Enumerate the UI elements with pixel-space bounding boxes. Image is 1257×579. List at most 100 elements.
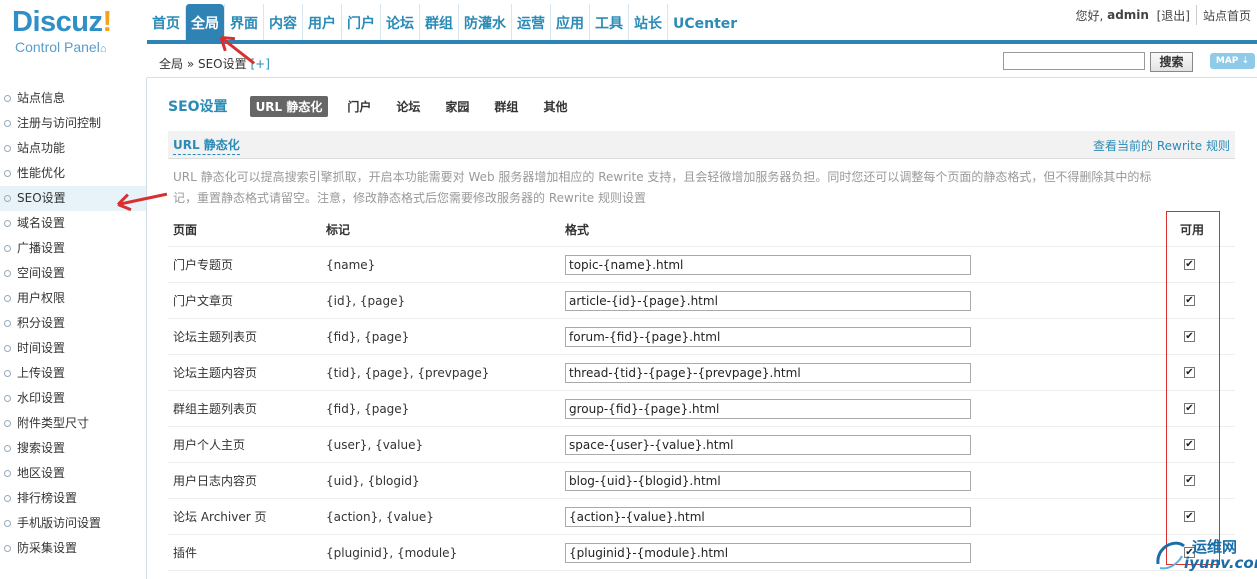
username: admin (1107, 8, 1149, 22)
format-input[interactable]: group-{fid}-{page}.html (565, 399, 971, 419)
home-icon: ⌂ (99, 43, 107, 55)
sidebar-item-label: 附件类型尺寸 (17, 416, 90, 430)
nav-item-5[interactable]: 门户 (341, 4, 380, 40)
sidebar-item-16[interactable]: 排行榜设置 (0, 486, 146, 511)
bullet-icon (4, 470, 11, 477)
sidebar-item-7[interactable]: 空间设置 (0, 261, 146, 286)
nav-item-0[interactable]: 首页 (147, 4, 185, 40)
enabled-checkbox[interactable]: ✔ (1184, 511, 1195, 522)
nav-item-11[interactable]: 工具 (589, 4, 628, 40)
sidebar-item-12[interactable]: 水印设置 (0, 386, 146, 411)
sidebar-item-14[interactable]: 搜索设置 (0, 436, 146, 461)
sidebar-item-label: 时间设置 (17, 341, 66, 355)
sidebar-item-label: 性能优化 (17, 166, 66, 180)
sidebar-item-9[interactable]: 积分设置 (0, 311, 146, 336)
tab-4[interactable]: 群组 (488, 96, 524, 117)
sidebar-item-label: 站点功能 (17, 141, 66, 155)
nav-item-6[interactable]: 论坛 (380, 4, 419, 40)
format-input[interactable]: forum-{fid}-{page}.html (565, 327, 971, 347)
sidebar-item-1[interactable]: 注册与访问控制 (0, 111, 146, 136)
table-header-row: 页面 标记 格式 可用 (168, 215, 1235, 247)
table-row: 论坛主题列表页 {fid}, {page} forum-{fid}-{page}.h… (168, 319, 1235, 355)
enabled-checkbox[interactable]: ✔ (1184, 331, 1195, 342)
nav-item-2[interactable]: 界面 (224, 4, 263, 40)
enabled-checkbox[interactable]: ✔ (1184, 259, 1195, 270)
format-input[interactable]: topic-{name}.html (565, 255, 971, 275)
page-name-cell: 用户个人主页 (173, 438, 246, 452)
marker-cell: {fid}, {page} (326, 402, 410, 416)
bullet-icon (4, 445, 11, 452)
nav-item-12[interactable]: 站长 (628, 4, 667, 40)
discuz-logo[interactable]: Discuz! Control Panel⌂ (12, 6, 142, 62)
sidebar-item-3[interactable]: 性能优化 (0, 161, 146, 186)
format-input[interactable]: {pluginid}-{module}.html (565, 543, 971, 563)
sidebar-item-label: 空间设置 (17, 266, 66, 280)
sidebar-item-17[interactable]: 手机版访问设置 (0, 511, 146, 536)
sidebar-item-18[interactable]: 防采集设置 (0, 536, 146, 561)
column-header: 可用 (1180, 223, 1205, 237)
sidebar-item-2[interactable]: 站点功能 (0, 136, 146, 161)
format-input[interactable]: article-{id}-{page}.html (565, 291, 971, 311)
nav-item-3[interactable]: 内容 (263, 4, 302, 40)
logo-subtitle: Control Panel⌂ (15, 39, 107, 55)
sidebar-item-label: 地区设置 (17, 466, 66, 480)
breadcrumb-text: 全局 » SEO设置 (159, 57, 247, 71)
divider (1195, 5, 1197, 25)
nav-item-13[interactable]: UCenter (667, 4, 742, 40)
sidebar-item-8[interactable]: 用户权限 (0, 286, 146, 311)
enabled-checkbox[interactable]: ✔ (1184, 295, 1195, 306)
nav-item-4[interactable]: 用户 (302, 4, 341, 40)
watermark: 运维网 iyunv.com (1150, 532, 1257, 576)
sidebar-item-11[interactable]: 上传设置 (0, 361, 146, 386)
search-input[interactable] (1003, 52, 1145, 70)
nav-item-1[interactable]: 全局 (185, 4, 224, 40)
tab-0[interactable]: URL 静态化 (249, 95, 329, 117)
page-name-cell: 门户文章页 (173, 294, 234, 308)
tab-2[interactable]: 论坛 (390, 96, 426, 117)
enabled-checkbox[interactable]: ✔ (1184, 439, 1195, 450)
user-bar: 您好, admin [退出] 站点首页 (1075, 0, 1257, 30)
map-button[interactable]: MAP ⇣ (1210, 53, 1255, 69)
sidebar-item-6[interactable]: 广播设置 (0, 236, 146, 261)
table-row: 用户日志内容页 {uid}, {blogid} blog-{uid}-{blogid… (168, 463, 1235, 499)
tab-1[interactable]: 门户 (341, 96, 377, 117)
sidebar-item-13[interactable]: 附件类型尺寸 (0, 411, 146, 436)
bullet-icon (4, 245, 11, 252)
sub-tabs: URL 静态化 门户 论坛 家园 群组 其他 (249, 95, 587, 117)
bullet-icon (4, 395, 11, 402)
sidebar-item-10[interactable]: 时间设置 (0, 336, 146, 361)
breadcrumb-bar: 全局 » SEO设置 [+] 搜索 MAP ⇣ (147, 44, 1257, 78)
sidebar-item-label: 搜索设置 (17, 441, 66, 455)
format-input[interactable]: blog-{uid}-{blogid}.html (565, 471, 971, 491)
sidebar-item-0[interactable]: 站点信息 (0, 86, 146, 111)
logo-wordmark: Discuz! (12, 6, 112, 38)
nav-item-8[interactable]: 防灌水 (458, 4, 511, 40)
enabled-checkbox[interactable]: ✔ (1184, 403, 1195, 414)
marker-cell: {user}, {value} (326, 438, 424, 452)
bullet-icon (4, 495, 11, 502)
format-input[interactable]: thread-{tid}-{page}-{prevpage}.html (565, 363, 971, 383)
tab-3[interactable]: 家园 (439, 96, 475, 117)
format-input[interactable]: {action}-{value}.html (565, 507, 971, 527)
logout-link[interactable]: [退出] (1157, 7, 1190, 24)
bullet-icon (4, 320, 11, 327)
sidebar-item-5[interactable]: 域名设置 (0, 211, 146, 236)
site-home-link[interactable]: 站点首页 (1203, 7, 1251, 24)
sidebar-item-15[interactable]: 地区设置 (0, 461, 146, 486)
view-rewrite-rules-link[interactable]: 查看当前的 Rewrite 规则 (1093, 137, 1230, 154)
marker-cell: {tid}, {page}, {prevpage} (326, 366, 490, 380)
bullet-icon (4, 295, 11, 302)
nav-item-7[interactable]: 群组 (419, 4, 458, 40)
enabled-checkbox[interactable]: ✔ (1184, 475, 1195, 486)
nav-item-10[interactable]: 应用 (550, 4, 589, 40)
nav-item-9[interactable]: 运营 (511, 4, 550, 40)
search-button[interactable]: 搜索 (1150, 52, 1193, 72)
marker-cell: {uid}, {blogid} (326, 474, 420, 488)
watermark-url: iyunv.com (1184, 554, 1257, 572)
enabled-checkbox[interactable]: ✔ (1184, 367, 1195, 378)
tab-5[interactable]: 其他 (537, 96, 573, 117)
page-name-cell: 门户专题页 (173, 258, 234, 272)
marker-cell: {id}, {page} (326, 294, 406, 308)
marker-cell: {name} (326, 258, 376, 272)
format-input[interactable]: space-{user}-{value}.html (565, 435, 971, 455)
